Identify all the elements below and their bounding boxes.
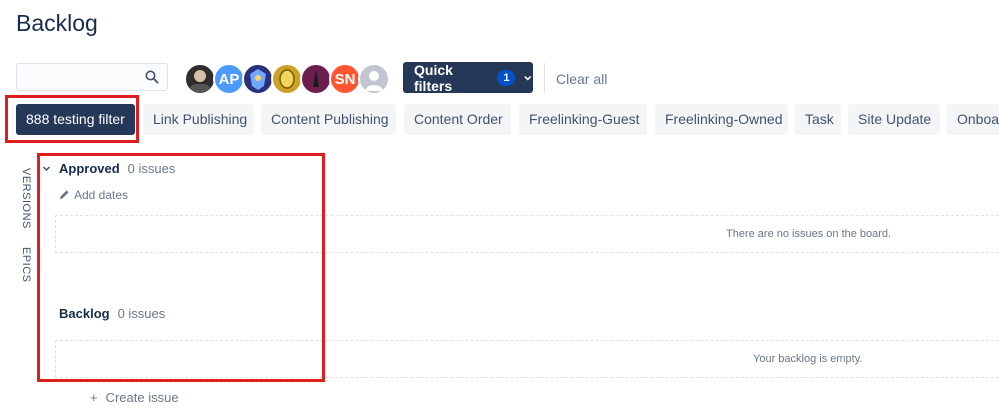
highlight-box [5,95,139,143]
page-title: Backlog [16,10,98,36]
user-photo-icon [190,70,210,93]
quick-filters-button[interactable]: Quick filters 1 [403,61,533,94]
empty-message: There are no issues on the board. [726,228,892,240]
filter-chip-task[interactable]: Task [795,104,841,135]
highlight-box [37,153,325,382]
search-input[interactable] [17,64,149,90]
filter-chip-link-publishing[interactable]: Link Publishing [143,104,254,135]
filter-chip-content-order[interactable]: Content Order [404,104,511,135]
versions-tab[interactable]: VERSIONS [20,168,32,229]
emblem-icon [250,69,266,90]
avatar[interactable] [300,63,332,95]
avatar[interactable]: SN [329,63,361,95]
quick-filters-label: Quick filters [414,61,453,94]
toolbar-divider [544,63,545,93]
avatar[interactable] [358,63,390,95]
avatar[interactable]: AP [213,63,245,95]
filter-chip-freelinking-guest[interactable]: Freelinking-Guest [519,104,647,135]
quick-filters-count-badge: 1 [497,69,516,86]
filter-chip-onboarding[interactable]: Onboar [947,104,999,135]
avatar[interactable] [242,63,274,95]
badge-icon [279,69,295,89]
search-input-container[interactable] [16,63,168,91]
avatar[interactable] [184,63,216,95]
empty-message: Your backlog is empty. [753,353,863,365]
filter-chip-freelinking-owned[interactable]: Freelinking-Owned [655,104,788,135]
plus-icon: + [90,390,98,405]
filter-chip-site-update[interactable]: Site Update [848,104,940,135]
avatar[interactable] [271,63,303,95]
epics-tab[interactable]: EPICS [20,247,32,283]
search-icon [145,70,159,84]
filter-chip-content-publishing[interactable]: Content Publishing [261,104,396,135]
tower-icon [313,70,319,87]
create-issue-button[interactable]: + Create issue [90,390,179,405]
default-user-icon [365,71,383,91]
clear-all-link[interactable]: Clear all [556,71,607,87]
chevron-down-icon [524,75,532,81]
